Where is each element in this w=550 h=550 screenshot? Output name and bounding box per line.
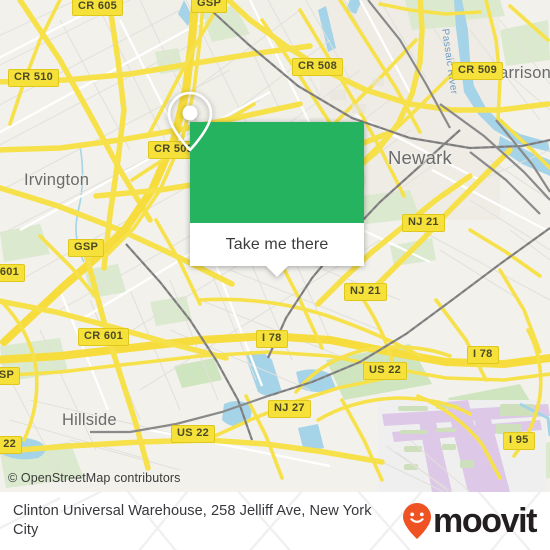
moovit-map-screenshot: .road-minor { stroke:#ffffff; stroke-wid… bbox=[0, 0, 550, 550]
map-popup-card[interactable]: Take me there bbox=[167, 91, 364, 277]
footer-bar: Clinton Universal Warehouse, 258 Jelliff… bbox=[0, 492, 550, 550]
osm-attribution[interactable]: © OpenStreetMap contributors bbox=[8, 471, 181, 485]
map-canvas[interactable]: .road-minor { stroke:#ffffff; stroke-wid… bbox=[0, 0, 550, 492]
moovit-logo[interactable]: moovit bbox=[402, 502, 537, 540]
popup-tail-arrow bbox=[266, 266, 288, 277]
location-pin-icon bbox=[167, 91, 213, 152]
moovit-wordmark: moovit bbox=[433, 502, 537, 540]
airport-area bbox=[378, 400, 550, 492]
take-me-there-label: Take me there bbox=[225, 235, 329, 253]
popup-cta-area[interactable]: Take me there bbox=[190, 223, 364, 277]
popup-image-area bbox=[167, 91, 364, 223]
location-address-text: Clinton Universal Warehouse, 258 Jelliff… bbox=[13, 503, 372, 538]
moovit-pin-icon bbox=[403, 503, 431, 539]
